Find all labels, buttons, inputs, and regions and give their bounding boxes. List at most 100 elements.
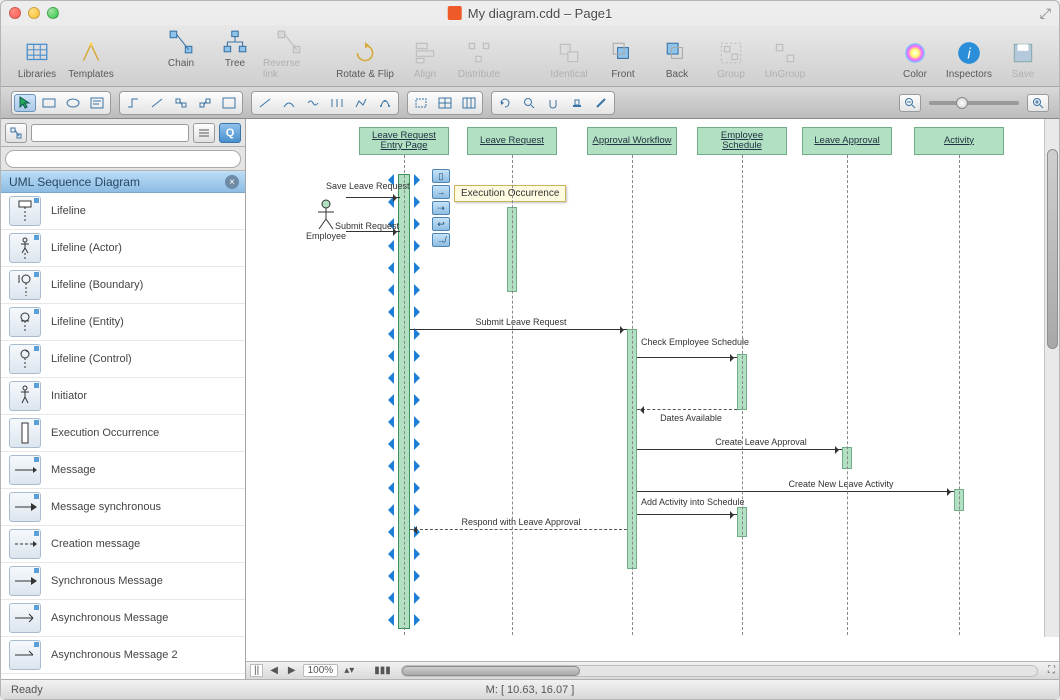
line-4[interactable] — [326, 94, 348, 112]
zoom-slider[interactable] — [929, 101, 1019, 105]
line-5[interactable] — [350, 94, 372, 112]
selection-handle[interactable] — [414, 614, 426, 626]
palette-msg-sync[interactable]: → — [432, 185, 450, 199]
shape-item[interactable]: Synchronous Message — [1, 563, 245, 600]
libraries-button[interactable]: Libraries — [11, 39, 63, 80]
line-1[interactable] — [254, 94, 276, 112]
selection-handle[interactable] — [382, 460, 394, 472]
fit-page-icon[interactable]: ⛶ — [1044, 665, 1059, 676]
line-2[interactable] — [278, 94, 300, 112]
close-window-button[interactable] — [9, 7, 21, 19]
zoom-out-button[interactable] — [899, 94, 921, 112]
table-tool[interactable] — [434, 94, 456, 112]
selection-handle[interactable] — [414, 306, 426, 318]
arrow-submit-leave[interactable] — [410, 329, 627, 330]
arrow-save[interactable] — [346, 197, 400, 198]
selection-handle[interactable] — [382, 592, 394, 604]
selection-handle[interactable] — [414, 284, 426, 296]
connector-2[interactable] — [146, 94, 168, 112]
selection-handle[interactable] — [414, 570, 426, 582]
selection-handle[interactable] — [414, 460, 426, 472]
color-button[interactable]: Color — [889, 39, 941, 80]
selection-handle[interactable] — [382, 262, 394, 274]
page-toggle[interactable]: || — [250, 664, 263, 677]
shape-item[interactable]: Lifeline (Boundary) — [1, 267, 245, 304]
arrow-create-activity[interactable] — [637, 491, 954, 492]
library-filter-input[interactable] — [31, 124, 189, 142]
back-button[interactable]: Back — [651, 39, 703, 80]
selection-handle[interactable] — [382, 482, 394, 494]
selection-handle[interactable] — [414, 416, 426, 428]
shape-item[interactable]: Execution Occurrence — [1, 415, 245, 452]
front-button[interactable]: Front — [597, 39, 649, 80]
zoom-in-button[interactable] — [1027, 94, 1049, 112]
shape-list[interactable]: LifelineLifeline (Actor)Lifeline (Bounda… — [1, 193, 245, 679]
selection-handle[interactable] — [382, 350, 394, 362]
selection-handle[interactable] — [382, 328, 394, 340]
shape-item[interactable]: Lifeline (Entity) — [1, 304, 245, 341]
ellipse-tool[interactable] — [62, 94, 84, 112]
selection-handle[interactable] — [382, 504, 394, 516]
minimize-window-button[interactable] — [28, 7, 40, 19]
vertical-scrollbar[interactable] — [1044, 119, 1059, 637]
selection-handle[interactable] — [382, 438, 394, 450]
shape-item[interactable]: Asynchronous Message — [1, 600, 245, 637]
zoom-window-button[interactable] — [47, 7, 59, 19]
templates-button[interactable]: Templates — [65, 39, 117, 80]
rect-tool[interactable] — [38, 94, 60, 112]
selection-handle[interactable] — [414, 262, 426, 274]
selection-handle[interactable] — [414, 548, 426, 560]
shape-item[interactable]: Initiator — [1, 378, 245, 415]
diagram-canvas[interactable]: Employee ▯ → ⇢ ↩ ↛ Execution Occurrence — [246, 119, 1059, 661]
selection-handle[interactable] — [414, 240, 426, 252]
connector-3[interactable] — [170, 94, 192, 112]
list-view-toggle[interactable] — [193, 123, 215, 143]
lifeline-head[interactable]: Activity — [914, 127, 1004, 155]
palette-msg-async[interactable]: ↛ — [432, 233, 450, 247]
eyedropper-tool[interactable] — [590, 94, 612, 112]
lifeline-head[interactable]: Leave Request — [467, 127, 557, 155]
page-next[interactable]: ▶ — [285, 665, 299, 676]
arrow-check-sched[interactable] — [637, 357, 737, 358]
selection-handle[interactable] — [414, 218, 426, 230]
text-tool[interactable] — [86, 94, 108, 112]
connector-1[interactable] — [122, 94, 144, 112]
fullscreen-icon[interactable]: ⤢ — [1040, 5, 1051, 22]
chain-button[interactable]: Chain — [155, 28, 207, 80]
page-prev[interactable]: ◀ — [267, 665, 281, 676]
rotate-flip-button[interactable]: Rotate & Flip — [333, 39, 397, 80]
shape-item[interactable]: Lifeline — [1, 193, 245, 230]
arrow-create-approval[interactable] — [637, 449, 842, 450]
arrow-respond[interactable] — [410, 529, 627, 530]
selection-handle[interactable] — [382, 614, 394, 626]
tree-view-toggle[interactable] — [5, 123, 27, 143]
search-button[interactable]: Q — [219, 123, 241, 143]
palette-msg-reply[interactable]: ↩ — [432, 217, 450, 231]
shape-item[interactable]: Lifeline (Actor) — [1, 230, 245, 267]
palette-msg-create[interactable]: ⇢ — [432, 201, 450, 215]
lifeline-head[interactable]: Leave Approval — [802, 127, 892, 155]
selection-handle[interactable] — [382, 306, 394, 318]
arrow-submit-req[interactable] — [346, 231, 400, 232]
actor-employee[interactable]: Employee — [301, 199, 351, 241]
lifeline-head[interactable]: Approval Workflow — [587, 127, 677, 155]
selection-handle[interactable] — [382, 372, 394, 384]
selection-handle[interactable] — [414, 592, 426, 604]
selection-handle[interactable] — [414, 394, 426, 406]
selection-handle[interactable] — [382, 526, 394, 538]
stamp-tool[interactable] — [566, 94, 588, 112]
selection-handle[interactable] — [382, 394, 394, 406]
selection-handle[interactable] — [414, 372, 426, 384]
selection-handle[interactable] — [414, 504, 426, 516]
zoom-tool[interactable] — [518, 94, 540, 112]
selection-handle[interactable] — [414, 438, 426, 450]
selection-handle[interactable] — [382, 240, 394, 252]
tree-button[interactable]: Tree — [209, 28, 261, 80]
palette-exec-occurrence[interactable]: ▯ — [432, 169, 450, 183]
shape-item[interactable]: Lifeline (Control) — [1, 341, 245, 378]
zoom-stepper[interactable]: ▴▾ — [342, 665, 356, 676]
shape-search-input[interactable] — [5, 150, 241, 168]
selection-handle[interactable] — [382, 416, 394, 428]
selection-handle[interactable] — [414, 482, 426, 494]
selection-handle[interactable] — [414, 196, 426, 208]
